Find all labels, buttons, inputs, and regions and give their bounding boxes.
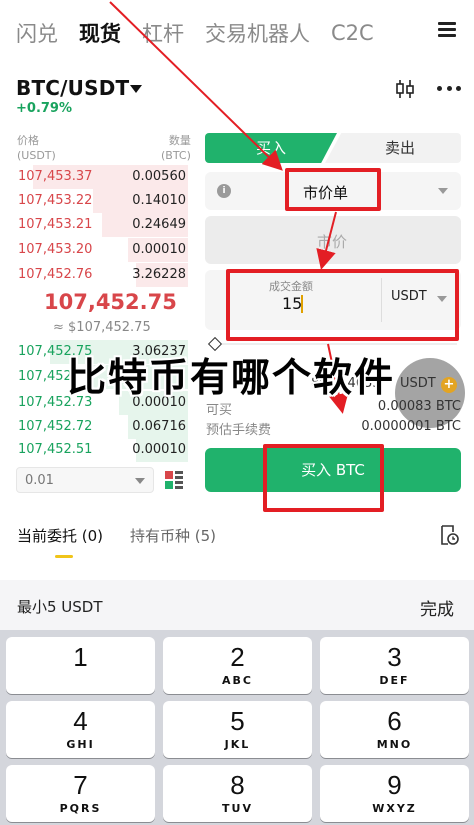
highlight-buy-button <box>263 444 384 512</box>
qty-header: 数量 (BTC) <box>161 134 191 162</box>
highlight-amount <box>226 269 459 341</box>
fee-row: 预估手续费 0.0000001 BTC <box>206 419 461 438</box>
tab-flash-swap[interactable]: 闪兑 <box>16 18 58 48</box>
ask-price: 107,453.37 <box>18 169 93 184</box>
ask-row[interactable]: 107,453.22 0.14010 <box>16 189 188 213</box>
key-1[interactable]: 1 <box>6 637 155 694</box>
side-tabs: 买入 卖出 <box>205 133 461 163</box>
ask-qty: 3.26228 <box>132 267 186 282</box>
tab-c2c[interactable]: C2C <box>331 21 374 45</box>
price-change: +0.79% <box>16 101 72 116</box>
bid-row[interactable]: 107,452.72 0.06716 <box>16 415 188 439</box>
key-2[interactable]: 2 ABC <box>163 637 312 694</box>
buy-tab[interactable]: 买入 <box>205 133 337 163</box>
top-nav: 闪兑 现货 杠杆 交易机器人 C2C <box>0 0 474 66</box>
ask-row[interactable]: 107,453.37 0.00560 <box>16 165 188 189</box>
tab-margin[interactable]: 杠杆 <box>142 18 184 48</box>
key-5[interactable]: 5 JKL <box>163 701 312 758</box>
ask-qty: 0.24649 <box>132 217 186 232</box>
price-header: 价格 (USDT) <box>17 134 56 162</box>
caret-down-icon <box>135 478 145 484</box>
active-tab-indicator <box>55 555 73 558</box>
price-field: 市价 <box>205 216 461 264</box>
key-4[interactable]: 4 GHI <box>6 701 155 758</box>
depth-select[interactable]: 0.01 <box>16 467 154 493</box>
minimum-hint: 最小5 USDT <box>17 598 103 616</box>
ask-price: 107,452.76 <box>18 267 93 282</box>
bid-qty: 0.06716 <box>132 419 186 434</box>
key-3[interactable]: 3 DEF <box>320 637 469 694</box>
ask-price: 107,453.21 <box>18 217 93 232</box>
ask-qty: 0.14010 <box>132 193 186 208</box>
fee-label: 预估手续费 <box>206 423 272 438</box>
price-placeholder: 市价 <box>317 233 348 251</box>
more-icon[interactable] <box>437 86 461 92</box>
ask-qty: 0.00010 <box>132 242 186 257</box>
highlight-order-type <box>285 168 381 211</box>
key-8[interactable]: 8 TUV <box>163 765 312 822</box>
ask-row[interactable]: 107,452.76 3.26228 <box>16 263 188 287</box>
available-unit: USDT <box>400 376 436 391</box>
done-button[interactable]: 完成 <box>420 595 454 620</box>
bid-price: 107,452.51 <box>18 442 93 457</box>
caret-down-icon[interactable] <box>130 85 142 93</box>
overlay-title: 比特币有哪个软件 <box>67 356 396 401</box>
key-7[interactable]: 7 PQRS <box>6 765 155 822</box>
bid-price: 107,452 <box>18 369 72 384</box>
ask-row[interactable]: 107,453.21 0.24649 <box>16 213 188 237</box>
ask-price: 107,453.22 <box>18 193 93 208</box>
info-icon[interactable]: i <box>217 184 231 198</box>
last-price-usd: ≈ $107,452.75 <box>53 320 151 335</box>
orderbook-layout-icon[interactable] <box>164 470 184 490</box>
tab-open-orders[interactable]: 当前委托 (0) <box>17 525 103 546</box>
add-funds-icon[interactable]: + <box>441 377 457 393</box>
candlestick-chart-icon[interactable] <box>394 78 416 100</box>
bid-row[interactable]: 107,452.51 0.00010 <box>16 438 188 462</box>
floating-button[interactable] <box>395 358 465 428</box>
ask-qty: 0.00560 <box>132 169 186 184</box>
tab-holdings[interactable]: 持有币种 (5) <box>130 525 216 546</box>
sell-tab[interactable]: 卖出 <box>325 133 461 163</box>
key-6[interactable]: 6 MNO <box>320 701 469 758</box>
slider-track[interactable] <box>222 343 457 345</box>
order-history-icon[interactable] <box>439 524 459 546</box>
bid-qty: 0.00010 <box>132 442 186 457</box>
depth-value: 0.01 <box>25 473 54 488</box>
fee-value: 0.0000001 BTC <box>361 419 461 434</box>
bid-price: 107,452.72 <box>18 419 93 434</box>
caret-down-icon <box>438 188 448 194</box>
key-9[interactable]: 9 WXYZ <box>320 765 469 822</box>
tab-trading-bot[interactable]: 交易机器人 <box>205 18 310 48</box>
pair-selector[interactable]: BTC/USDT <box>16 76 129 100</box>
last-price: 107,452.75 <box>44 290 177 314</box>
menu-icon[interactable] <box>438 20 456 38</box>
ask-row[interactable]: 107,453.20 0.00010 <box>16 238 188 262</box>
tab-spot[interactable]: 现货 <box>79 18 121 48</box>
ask-price: 107,453.20 <box>18 242 93 257</box>
